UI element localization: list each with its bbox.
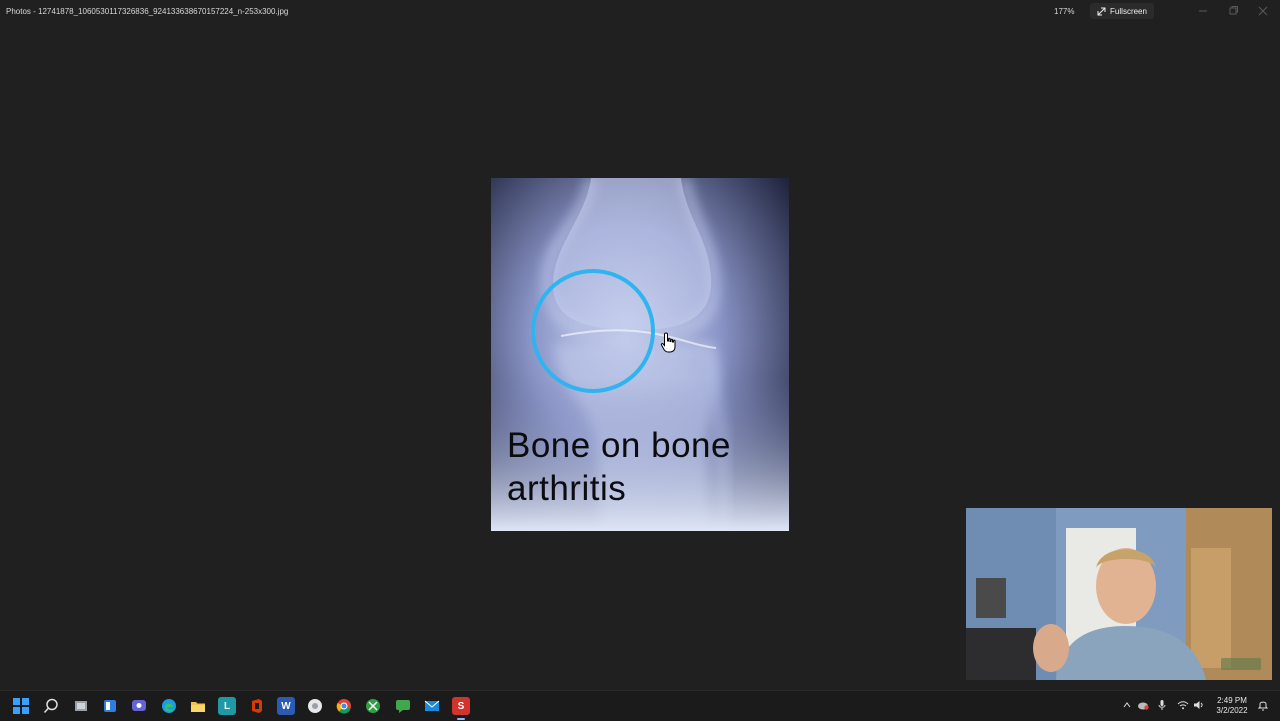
fullscreen-button[interactable]: Fullscreen <box>1090 3 1154 19</box>
hand-cursor-icon <box>660 332 678 354</box>
zoom-level[interactable]: 177% <box>1054 7 1074 16</box>
webcam-overlay <box>966 508 1272 680</box>
search-icon[interactable] <box>42 697 60 715</box>
close-icon <box>1258 6 1268 16</box>
task-view-icon[interactable] <box>72 697 90 715</box>
cloud-sync-icon[interactable] <box>1137 699 1149 711</box>
teams-chat-icon[interactable] <box>130 697 148 715</box>
clock-date: 3/2/2022 <box>1216 706 1248 715</box>
caption-line-2: arthritis <box>507 469 627 508</box>
messaging-icon[interactable] <box>394 697 412 715</box>
photo-caption: Bone on bone arthritis <box>507 424 777 510</box>
edge-icon[interactable] <box>160 697 178 715</box>
minimize-button[interactable] <box>1196 5 1210 17</box>
start-icon[interactable] <box>12 697 30 715</box>
minimize-icon <box>1199 10 1207 12</box>
chrome-icon[interactable] <box>335 697 353 715</box>
chrome-canary-icon[interactable] <box>306 697 324 715</box>
notification-icon[interactable] <box>1257 699 1269 711</box>
microphone-icon[interactable] <box>1156 699 1168 711</box>
volume-icon[interactable] <box>1193 699 1205 711</box>
xray-photo[interactable]: Bone on bone arthritis <box>491 178 789 531</box>
xbox-icon[interactable] <box>364 697 382 715</box>
snagit-icon[interactable]: S <box>452 697 470 715</box>
chevron-up-icon[interactable] <box>1121 699 1133 711</box>
word-icon[interactable]: W <box>277 697 295 715</box>
clock-time: 2:49 PM <box>1217 696 1247 705</box>
file-explorer-icon[interactable] <box>189 697 207 715</box>
office-icon[interactable] <box>248 697 266 715</box>
app-l-icon[interactable]: L <box>218 697 236 715</box>
restore-button[interactable] <box>1226 5 1240 17</box>
fullscreen-label: Fullscreen <box>1110 6 1147 16</box>
caption-line-1: Bone on bone <box>507 426 731 465</box>
widgets-icon[interactable] <box>101 697 119 715</box>
restore-icon <box>1229 6 1238 15</box>
mail-icon[interactable] <box>423 697 441 715</box>
taskbar: L W S 2:49 PM 3/2/2022 <box>0 690 1280 721</box>
system-clock[interactable]: 2:49 PM 3/2/2022 <box>1210 696 1254 716</box>
title-bar: Photos - 12741878_1060530117326836_92413… <box>0 0 1280 24</box>
wifi-icon[interactable] <box>1177 699 1189 711</box>
close-button[interactable] <box>1256 5 1270 17</box>
webcam-feed-image <box>966 508 1272 680</box>
expand-icon <box>1097 7 1106 15</box>
window-title: Photos - 12741878_1060530117326836_92413… <box>6 7 289 16</box>
